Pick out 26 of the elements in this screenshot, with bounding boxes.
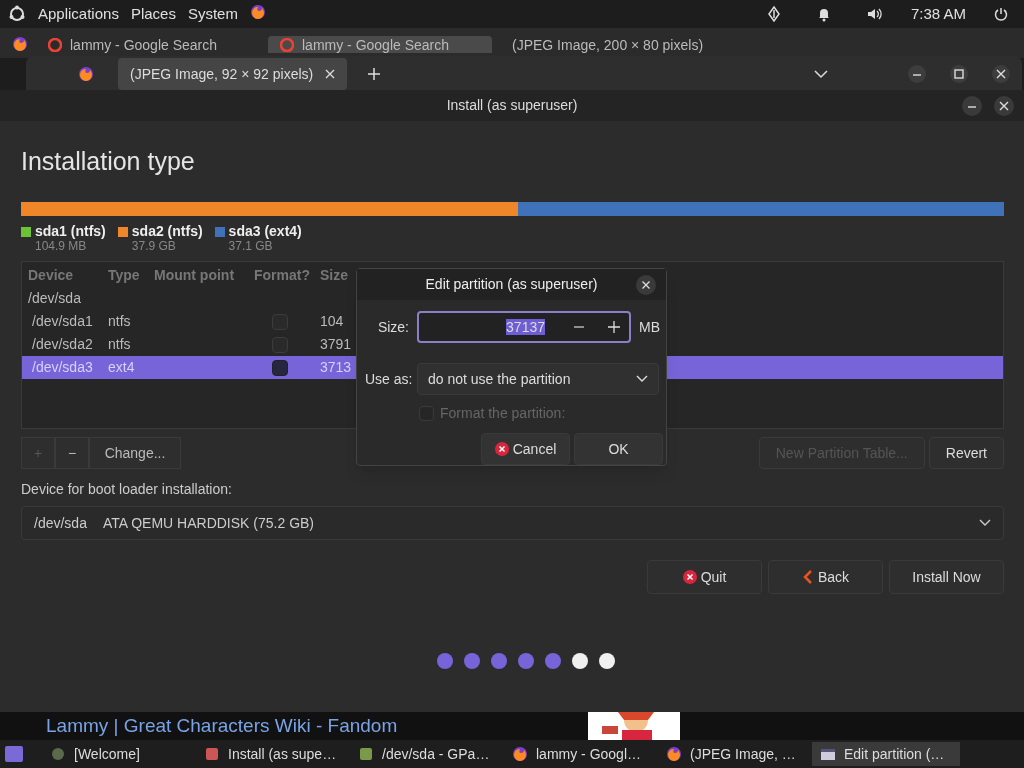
field-label: Use as: (365, 369, 409, 389)
window-title: Install (as superuser) (446, 96, 578, 115)
table-cell-text: /dev/sda3 (31, 358, 94, 377)
table-cell-text: 3713 (320, 358, 353, 377)
boot-loader-label: Device for boot loader installation: (21, 480, 233, 499)
table-cell-text: 3791 (320, 335, 353, 354)
legend-size: 104.9 MB (35, 239, 88, 254)
checkbox-label: Format the partition: (440, 404, 566, 423)
legend-size: 37.9 GB (131, 239, 177, 254)
table-cell-text: 104 (320, 312, 345, 331)
tab-title: lammy - Google Search (302, 37, 450, 52)
table-cell-text: /dev/sda1 (31, 312, 94, 331)
page-heading: Installation type (21, 146, 196, 177)
table-cell-text: ntfs (108, 312, 132, 331)
tab-title: (JPEG Image, 200 × 80 pixels) (512, 37, 704, 52)
field-label: Size: (376, 317, 409, 337)
unit-label: MB (639, 317, 660, 337)
legend-label: sda2 (ntfs) (131, 224, 203, 239)
legend-label: sda3 (ext4) (228, 224, 302, 239)
table-cell-text: ext4 (108, 358, 136, 377)
legend-label: sda1 (ntfs) (35, 224, 106, 239)
tab-title: lammy - Google Search (70, 37, 218, 52)
table-cell-text: ntfs (108, 335, 132, 354)
legend-size: 37.1 GB (228, 239, 274, 254)
dialog-title: Edit partition (as superuser) (425, 275, 598, 294)
table-cell-text: /dev/sda2 (31, 335, 94, 354)
